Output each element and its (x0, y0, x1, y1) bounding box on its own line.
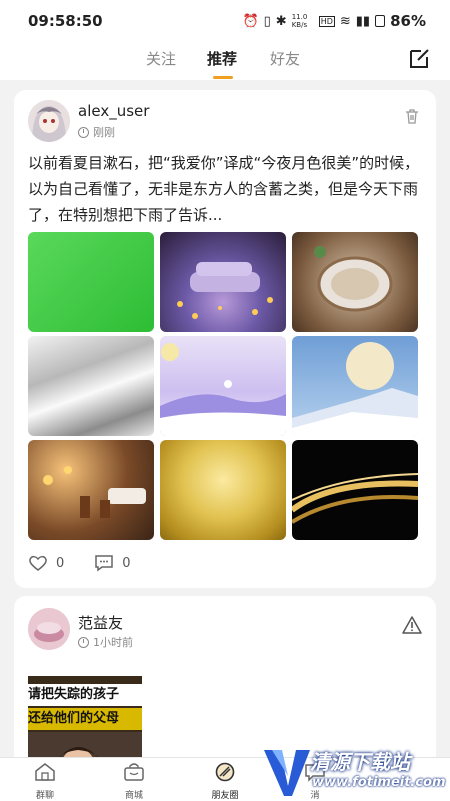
clock-icon (78, 636, 89, 648)
watermark-url: www.fotimeit.com (312, 775, 446, 790)
photo-lavender-landscape[interactable] (160, 336, 286, 436)
photo-moon-sky[interactable] (292, 336, 418, 436)
nav-mall[interactable]: 商城 (104, 762, 164, 801)
compose-icon[interactable] (408, 46, 432, 70)
post-actions: 0 0 (28, 554, 161, 572)
comment-icon (95, 555, 114, 572)
bluetooth-icon: ✱ (275, 13, 287, 29)
active-tab-indicator (213, 76, 233, 79)
watermark: 清源下载站 www.fotimeit.com (262, 742, 450, 800)
username[interactable]: 范益友 (78, 612, 123, 633)
clock-icon (78, 126, 89, 138)
warning-icon[interactable] (402, 616, 422, 634)
comment-count: 0 (122, 555, 131, 571)
photo-candles-bottles[interactable] (28, 440, 154, 540)
photo-silver-wave[interactable] (28, 336, 154, 436)
home-icon (35, 763, 55, 781)
alarm-icon: ⏰ (242, 13, 259, 29)
signal-icon: ▮▮ (355, 13, 371, 29)
photo-spa-bath[interactable] (292, 232, 418, 332)
nav-group-chat[interactable]: 群聊 (15, 762, 75, 801)
nav-label: 群聊 (35, 791, 54, 801)
avatar[interactable] (28, 100, 70, 142)
post-time-text: 1小时前 (93, 636, 133, 649)
nav-label: 朋友圈 (211, 791, 239, 801)
post-text[interactable]: 以前看夏目漱石，把“我爱你”译成“今夜月色很美”的时候，以为自己看懂了，无非是东… (28, 150, 424, 228)
status-bar: 09:58:50 ⏰ ▯ ✱ 11.0 KB/s HD ≋ ▮▮ 86% (0, 0, 450, 40)
like-count: 0 (56, 555, 65, 571)
status-icons: ⏰ ▯ ✱ 11.0 KB/s HD ≋ ▮▮ 86% (242, 12, 426, 30)
nav-label: 商城 (124, 791, 143, 801)
network-speed: 11.0 KB/s (291, 13, 308, 29)
post-card[interactable]: alex_user 刚刚 以前看夏目漱石，把“我爱你”译成“今夜月色很美”的时候… (14, 90, 436, 588)
hd-icon: HD (318, 15, 335, 27)
clock-time: 09:58:50 (28, 12, 103, 30)
photo-green[interactable] (28, 232, 154, 332)
watermark-logo-icon (264, 750, 310, 796)
username[interactable]: alex_user (78, 102, 149, 120)
photo-gold-swirl[interactable] (160, 440, 286, 540)
thumb-caption-line: 还给他们的父母 (28, 708, 142, 730)
tab-recommended[interactable]: 推荐 (207, 48, 237, 69)
photo-gold-waves-dark[interactable] (292, 440, 418, 540)
nav-moments[interactable]: 朋友圈 (195, 762, 255, 801)
image-grid (28, 232, 420, 540)
avatar[interactable] (28, 608, 70, 650)
post-time: 1小时前 (78, 634, 133, 650)
battery-percent: 86% (390, 12, 426, 30)
thumb-caption-line: 请把失踪的孩子 (28, 684, 142, 706)
top-navigation: 关注 推荐 好友 (0, 40, 450, 80)
post-time: 刚刚 (78, 124, 115, 140)
moments-icon (215, 762, 235, 782)
post-time-text: 刚刚 (93, 126, 115, 139)
tab-friends[interactable]: 好友 (270, 48, 300, 69)
tab-following[interactable]: 关注 (146, 48, 176, 69)
like-button[interactable]: 0 (28, 554, 64, 572)
watermark-title: 清源下载站 (310, 750, 410, 774)
trash-icon[interactable] (404, 108, 420, 124)
vibrate-icon: ▯ (263, 13, 271, 29)
heart-icon (29, 555, 47, 571)
comment-button[interactable]: 0 (94, 554, 131, 572)
photo-spa-towels[interactable] (160, 232, 286, 332)
wifi-icon: ≋ (339, 13, 351, 29)
shopping-bag-icon (124, 763, 144, 781)
battery-icon (375, 15, 386, 27)
